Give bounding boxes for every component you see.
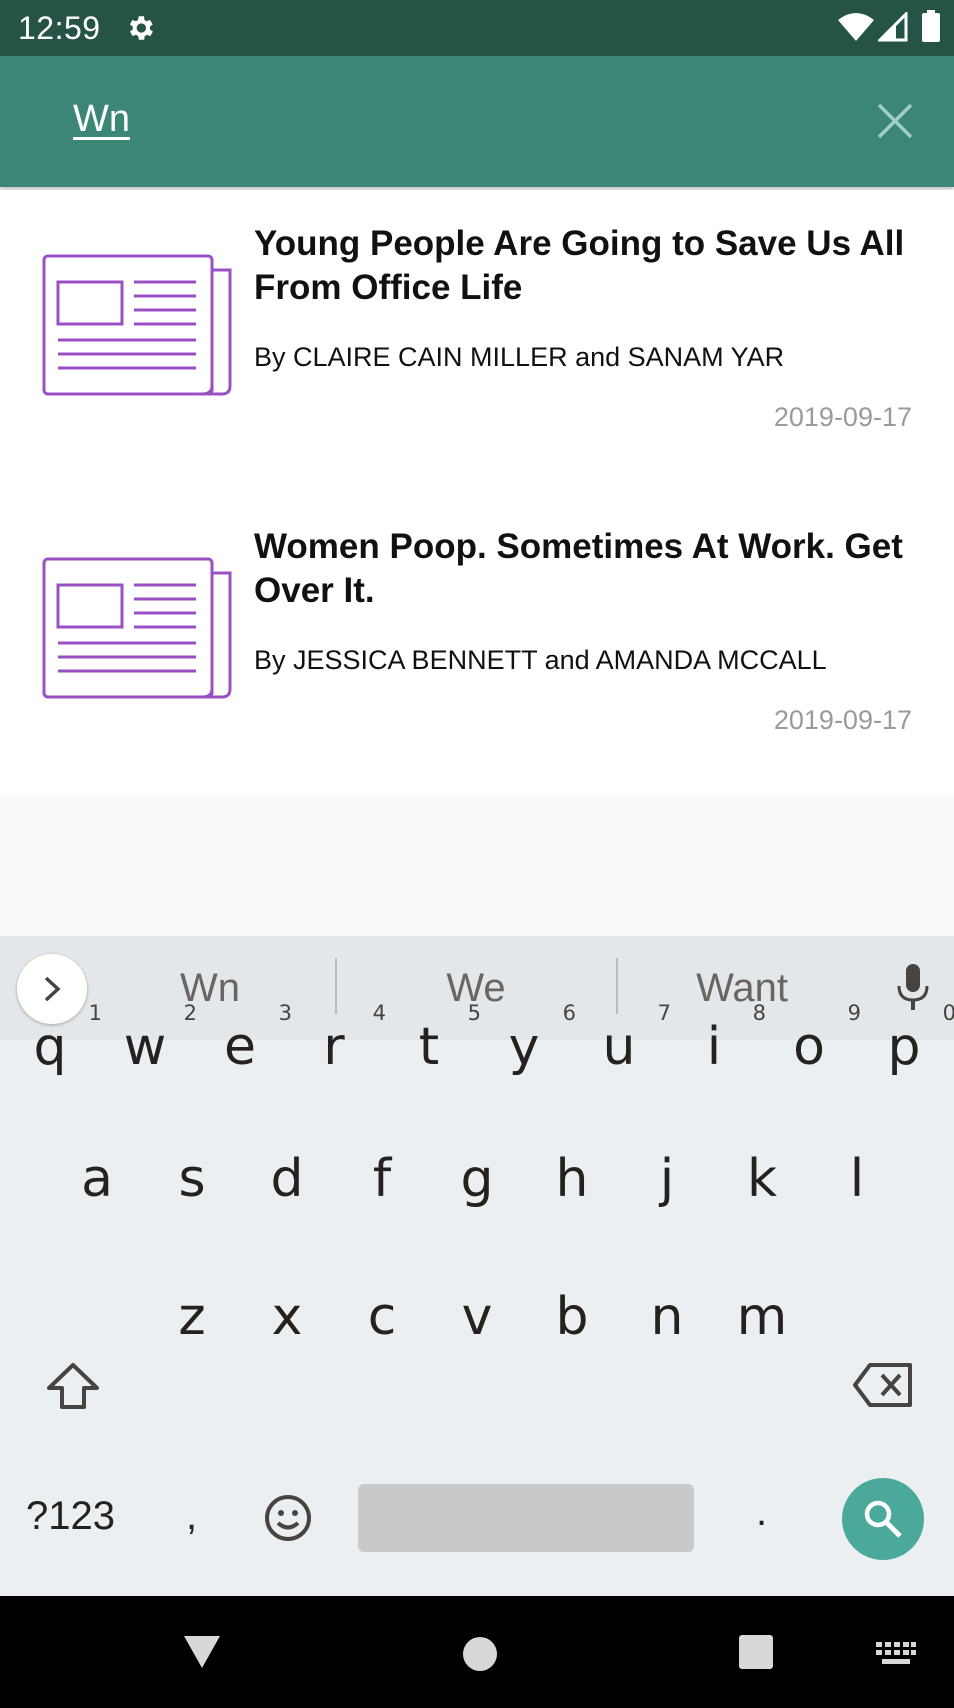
newspaper-icon bbox=[42, 254, 232, 396]
keyboard-icon[interactable] bbox=[876, 1642, 916, 1666]
key-z[interactable]: z bbox=[148, 1272, 236, 1362]
key-k[interactable]: k bbox=[718, 1134, 806, 1224]
key-j[interactable]: j bbox=[623, 1134, 711, 1224]
search-toolbar: Wn bbox=[0, 56, 954, 187]
key-d[interactable]: d bbox=[243, 1134, 331, 1224]
comma-key[interactable]: , bbox=[186, 1494, 197, 1539]
key-u[interactable]: u7 bbox=[575, 1001, 671, 1092]
key-a[interactable]: a bbox=[53, 1134, 141, 1224]
search-input[interactable]: Wn bbox=[73, 98, 130, 141]
newspaper-icon bbox=[42, 557, 232, 699]
backspace-icon[interactable] bbox=[852, 1362, 914, 1408]
recents-icon[interactable] bbox=[738, 1634, 774, 1670]
battery-icon bbox=[922, 10, 940, 42]
key-x[interactable]: x bbox=[243, 1272, 331, 1362]
key-r[interactable]: r4 bbox=[290, 1001, 386, 1092]
symbols-key[interactable]: ?123 bbox=[26, 1494, 115, 1539]
key-b[interactable]: b bbox=[528, 1272, 616, 1362]
article-date: 2019-09-17 bbox=[773, 705, 912, 735]
key-w[interactable]: w2 bbox=[101, 1001, 197, 1092]
gear-icon bbox=[129, 16, 153, 40]
home-icon[interactable] bbox=[462, 1636, 498, 1672]
key-l[interactable]: l bbox=[813, 1134, 901, 1224]
cell-signal-icon bbox=[878, 12, 908, 42]
status-bar: 12:59 bbox=[0, 0, 954, 56]
wifi-icon bbox=[838, 13, 874, 41]
article-title: Women Poop. Sometimes At Work. Get Over … bbox=[254, 527, 903, 610]
key-e[interactable]: e3 bbox=[196, 1001, 292, 1092]
close-icon[interactable] bbox=[876, 102, 914, 140]
chevron-right-icon bbox=[44, 976, 61, 1002]
key-v[interactable]: v bbox=[433, 1272, 521, 1362]
key-o[interactable]: o9 bbox=[765, 1001, 861, 1092]
emoji-icon[interactable] bbox=[264, 1494, 312, 1542]
system-nav-bar bbox=[0, 1596, 954, 1708]
key-t[interactable]: t5 bbox=[385, 1001, 481, 1092]
key-h[interactable]: h bbox=[528, 1134, 616, 1224]
key-c[interactable]: c bbox=[338, 1272, 426, 1362]
article-byline: By JESSICA BENNETT and AMANDA MCCALL bbox=[254, 645, 827, 675]
key-n[interactable]: n bbox=[623, 1272, 711, 1362]
back-icon[interactable] bbox=[182, 1634, 222, 1670]
search-key[interactable] bbox=[842, 1478, 924, 1560]
key-m[interactable]: m bbox=[718, 1272, 806, 1362]
article-byline: By CLAIRE CAIN MILLER and SANAM YAR bbox=[254, 342, 785, 372]
key-p[interactable]: p0 bbox=[860, 1001, 954, 1092]
key-y[interactable]: y6 bbox=[480, 1001, 576, 1092]
article-date: 2019-09-17 bbox=[773, 402, 912, 432]
key-g[interactable]: g bbox=[433, 1134, 521, 1224]
key-f[interactable]: f bbox=[338, 1134, 426, 1224]
period-key[interactable]: . bbox=[756, 1490, 767, 1535]
key-i[interactable]: i8 bbox=[670, 1001, 766, 1092]
article-title: Young People Are Going to Save Us All Fr… bbox=[254, 224, 905, 307]
results-list: Young People Are Going to Save Us All Fr… bbox=[0, 190, 954, 794]
list-item[interactable]: Young People Are Going to Save Us All Fr… bbox=[0, 190, 954, 490]
shift-icon[interactable] bbox=[46, 1362, 100, 1410]
list-item[interactable]: Women Poop. Sometimes At Work. Get Over … bbox=[0, 493, 954, 793]
key-q[interactable]: q1 bbox=[6, 1001, 102, 1092]
search-icon bbox=[864, 1500, 902, 1538]
status-time: 12:59 bbox=[18, 10, 101, 46]
key-s[interactable]: s bbox=[148, 1134, 236, 1224]
space-key[interactable] bbox=[358, 1484, 694, 1552]
